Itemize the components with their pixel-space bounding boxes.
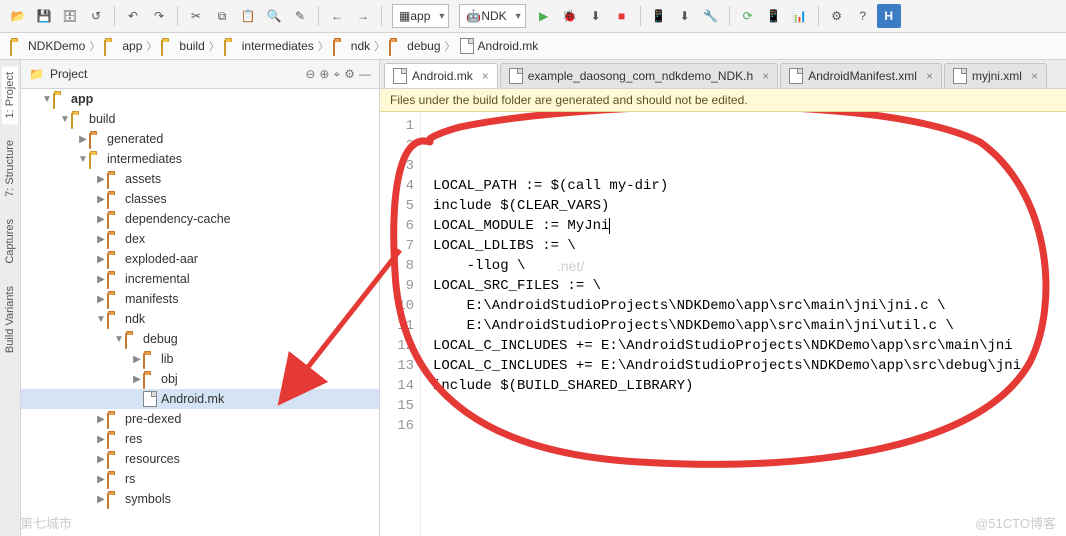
close-icon[interactable]: × xyxy=(762,69,769,83)
device-icon[interactable]: 📱 xyxy=(762,4,786,28)
gear-icon[interactable]: ⚙ xyxy=(344,67,355,82)
target-icon[interactable]: ⌖ xyxy=(333,67,340,82)
help-icon[interactable]: ? xyxy=(851,4,875,28)
tree-node[interactable]: ▶assets xyxy=(21,169,379,189)
breadcrumb-item[interactable]: intermediates xyxy=(222,39,316,53)
tool-tab[interactable]: 1: Project xyxy=(2,66,18,124)
monitor-icon[interactable]: 📊 xyxy=(788,4,812,28)
avd-icon[interactable]: 📱 xyxy=(647,4,671,28)
breadcrumb-item[interactable]: build xyxy=(159,39,206,53)
watermark-left: 第七城市 xyxy=(20,513,72,532)
tree-node[interactable]: ▼ndk xyxy=(21,309,379,329)
save-icon[interactable]: 💾 xyxy=(32,4,56,28)
watermark-right: @51CTO博客 xyxy=(975,513,1056,532)
tree-node[interactable]: ▶symbols xyxy=(21,489,379,509)
sync-icon[interactable]: ↺ xyxy=(84,4,108,28)
tree-node[interactable]: ▶rs xyxy=(21,469,379,489)
redo-icon[interactable]: ↷ xyxy=(147,4,171,28)
build-config-selector[interactable]: ▦ app xyxy=(392,4,449,28)
undo-icon[interactable]: ↶ xyxy=(121,4,145,28)
tree-node[interactable]: ▶incremental xyxy=(21,269,379,289)
close-icon[interactable]: × xyxy=(482,69,489,83)
tree-node[interactable]: ▶lib xyxy=(21,349,379,369)
tool-tab[interactable]: 7: Structure xyxy=(2,134,18,203)
project-tree[interactable]: ▼app▼build▶generated▼intermediates▶asset… xyxy=(21,89,379,536)
breadcrumb-item[interactable]: ndk xyxy=(331,39,372,53)
paste-icon[interactable]: 📋 xyxy=(236,4,260,28)
expand-icon[interactable]: ⊕ xyxy=(319,67,329,82)
breadcrumb: NDKDemo〉app〉build〉intermediates〉ndk〉debu… xyxy=(0,33,1066,60)
editor-tab[interactable]: example_daosong_com_ndkdemo_NDK.h× xyxy=(500,63,779,88)
copy-icon[interactable]: ⧉ xyxy=(210,4,234,28)
sdk-icon[interactable]: ⬇ xyxy=(673,4,697,28)
editor-tab[interactable]: myjni.xml× xyxy=(944,63,1047,88)
breadcrumb-item[interactable]: debug xyxy=(387,39,442,53)
hide-icon[interactable]: — xyxy=(359,67,371,82)
breadcrumb-item[interactable]: app xyxy=(102,39,144,53)
replace-icon[interactable]: ✎ xyxy=(288,4,312,28)
main-toolbar: 📂 💾 🗄 ↺ ↶ ↷ ✂ ⧉ 📋 🔍 ✎ ← → ▦ app 🤖 NDK ▶ … xyxy=(0,0,1066,33)
tree-node[interactable]: Android.mk xyxy=(21,389,379,409)
forward-icon[interactable]: → xyxy=(351,4,375,28)
tree-node[interactable]: ▼app xyxy=(21,89,379,109)
code-content[interactable]: .net/ LOCAL_PATH := $(call my-dir)includ… xyxy=(421,112,1066,536)
tree-node[interactable]: ▼debug xyxy=(21,329,379,349)
tree-node[interactable]: ▶exploded-aar xyxy=(21,249,379,269)
tree-node[interactable]: ▶resources xyxy=(21,449,379,469)
sync-gradle-icon[interactable]: ⟳ xyxy=(736,4,760,28)
sidebar-title: Project xyxy=(50,67,87,81)
run-icon[interactable]: ▶ xyxy=(532,4,556,28)
debug-icon[interactable]: 🐞 xyxy=(558,4,582,28)
tree-node[interactable]: ▶res xyxy=(21,429,379,449)
tree-node[interactable]: ▶classes xyxy=(21,189,379,209)
stop-icon[interactable]: ■ xyxy=(610,4,634,28)
tree-node[interactable]: ▶dex xyxy=(21,229,379,249)
close-icon[interactable]: × xyxy=(1031,69,1038,83)
tree-node[interactable]: ▶pre-dexed xyxy=(21,409,379,429)
editor-pane: Android.mk×example_daosong_com_ndkdemo_N… xyxy=(380,60,1066,536)
tree-node[interactable]: ▶dependency-cache xyxy=(21,209,379,229)
editor-tab[interactable]: AndroidManifest.xml× xyxy=(780,63,942,88)
tree-node[interactable]: ▼intermediates xyxy=(21,149,379,169)
tree-node[interactable]: ▶obj xyxy=(21,369,379,389)
attach-icon[interactable]: ⬇ xyxy=(584,4,608,28)
left-tool-tabs: 1: Project 7: Structure Captures Build Vari… xyxy=(0,60,21,536)
run-config-selector[interactable]: 🤖 NDK xyxy=(459,4,525,28)
tool-tab[interactable]: Captures xyxy=(2,213,18,270)
project-sidebar: 📁 Project ⊖ ⊕ ⌖ ⚙ — ▼app▼build▶generated… xyxy=(21,60,380,536)
collapse-icon[interactable]: ⊖ xyxy=(305,67,315,82)
tree-node[interactable]: ▶manifests xyxy=(21,289,379,309)
editor-tabs: Android.mk×example_daosong_com_ndkdemo_N… xyxy=(380,60,1066,89)
tree-node[interactable]: ▶generated xyxy=(21,129,379,149)
find-icon[interactable]: 🔍 xyxy=(262,4,286,28)
cut-icon[interactable]: ✂ xyxy=(184,4,208,28)
h-icon[interactable]: H xyxy=(877,4,901,28)
breadcrumb-item[interactable]: NDKDemo xyxy=(8,39,87,53)
generated-file-warning: Files under the build folder are generat… xyxy=(380,89,1066,112)
structure-icon[interactable]: ⚙ xyxy=(825,4,849,28)
tool-tab[interactable]: Build Variants xyxy=(2,280,18,359)
back-icon[interactable]: ← xyxy=(325,4,349,28)
project-icon: 📁 xyxy=(29,67,44,81)
open-icon[interactable]: 📂 xyxy=(6,4,30,28)
tree-node[interactable]: ▼build xyxy=(21,109,379,129)
breadcrumb-item[interactable]: Android.mk xyxy=(458,38,541,54)
editor-tab[interactable]: Android.mk× xyxy=(384,63,498,88)
save-all-icon[interactable]: 🗄 xyxy=(58,4,82,28)
wrench-icon[interactable]: 🔧 xyxy=(699,4,723,28)
close-icon[interactable]: × xyxy=(926,69,933,83)
line-gutter: 12345678910111213141516 xyxy=(380,112,421,536)
